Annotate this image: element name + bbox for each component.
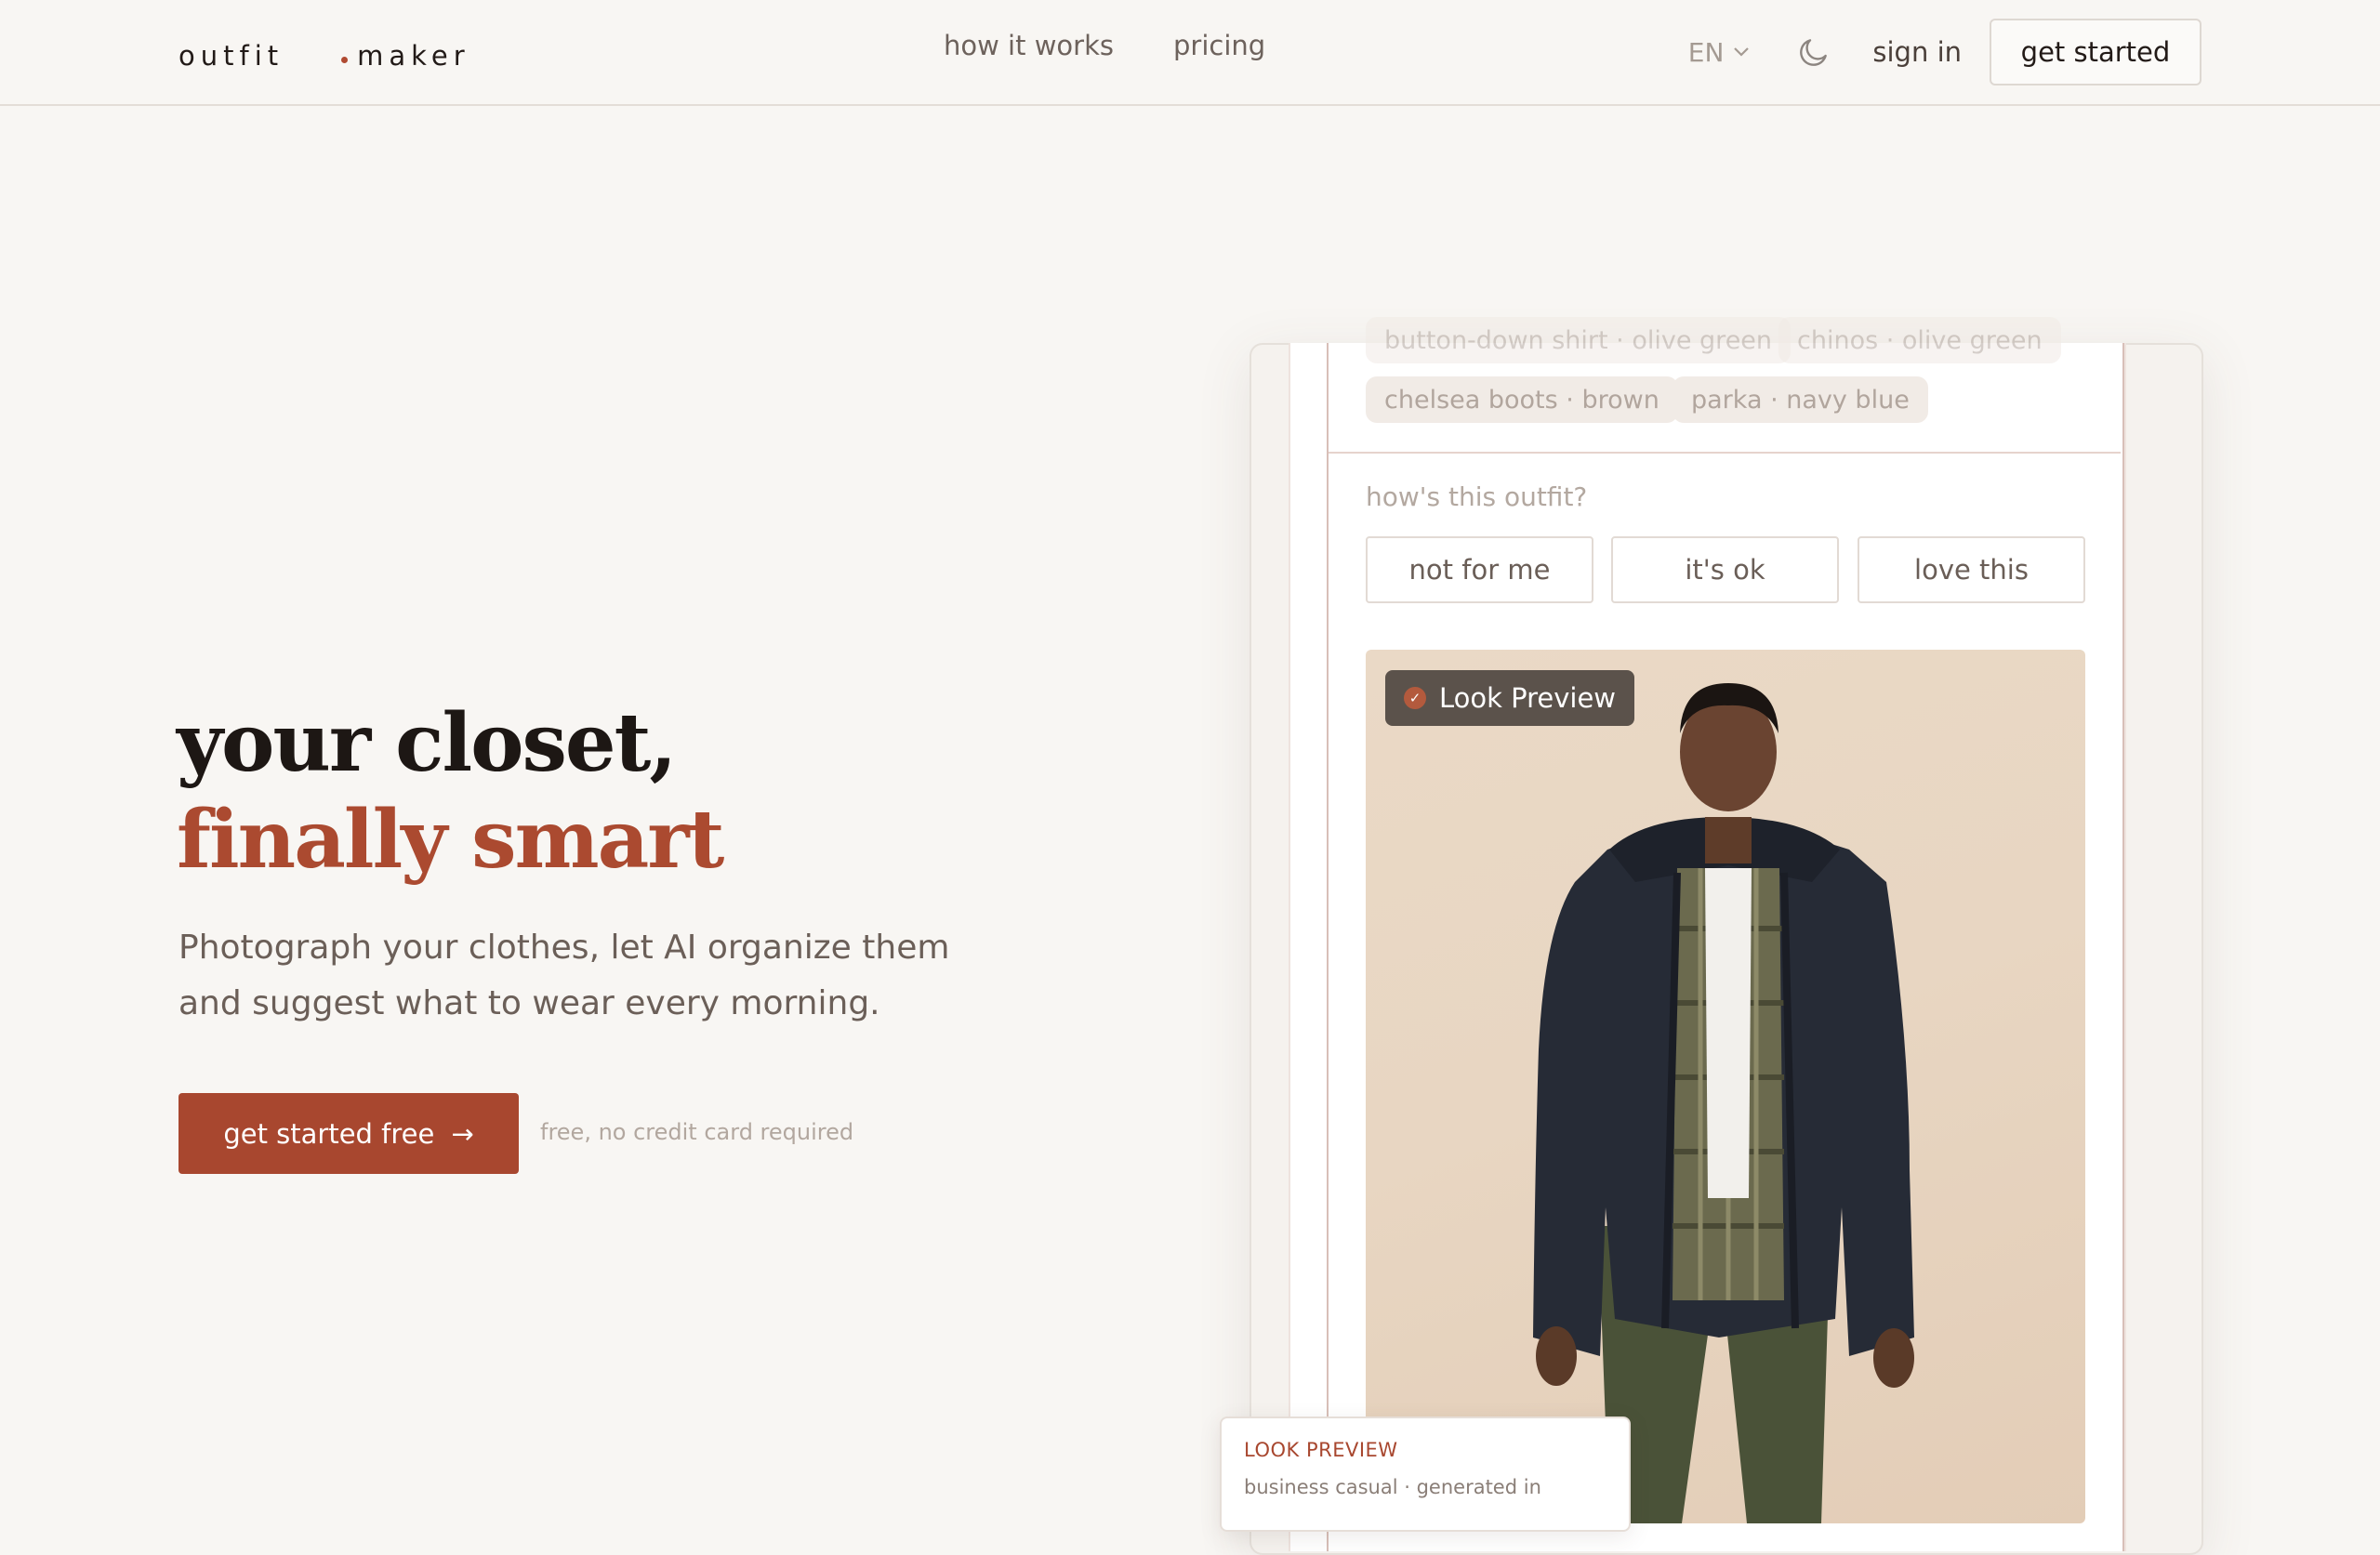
moon-icon[interactable] (1796, 34, 1831, 70)
chevron-down-icon (1734, 47, 1750, 57)
panel-divider (1329, 452, 2121, 454)
rating-its-ok-button[interactable]: it's ok (1611, 536, 1839, 603)
logo-word-outfit: outfit (178, 40, 284, 72)
logo[interactable]: outfit maker (178, 35, 470, 76)
language-label: EN (1687, 36, 1725, 68)
look-preview-card: LOOK PREVIEW business casual · generated… (1220, 1417, 1631, 1532)
language-selector[interactable]: EN (1688, 37, 1751, 68)
nav-links: how it works pricing (944, 30, 1265, 61)
item-chip: button-down shirt · olive green (1366, 317, 1792, 363)
item-chip: chinos · olive green (1778, 317, 2061, 363)
cta-note: free, no credit card required (540, 1119, 854, 1145)
check-icon: ✓ (1404, 687, 1426, 709)
hero-title: your closet, finally smart (177, 695, 724, 889)
arrow-right-icon: → (451, 1117, 474, 1150)
look-preview-image (1366, 650, 2085, 1523)
look-preview-card-title: LOOK PREVIEW (1244, 1439, 1398, 1461)
nav-link-how-it-works[interactable]: how it works (944, 30, 1114, 61)
rating-not-for-me-button[interactable]: not for me (1366, 536, 1593, 603)
look-preview-badge-label: Look Preview (1439, 682, 1617, 714)
hero-title-line2: finally smart (177, 793, 724, 887)
item-chip-chelsea-boots: chelsea boots · brown (1366, 376, 1678, 423)
logo-dot (341, 56, 349, 63)
get-started-button[interactable]: get started (1990, 19, 2202, 86)
rating-love-this-button[interactable]: love this (1858, 536, 2085, 603)
get-started-free-label: get started free (223, 1117, 435, 1150)
item-chip-parka: parka · navy blue (1673, 376, 1928, 423)
hero-title-line1: your closet, (177, 696, 677, 790)
hero-subtitle: Photograph your clothes, let AI organize… (178, 929, 950, 1022)
get-started-free-button[interactable]: get started free → (178, 1093, 519, 1174)
logo-word-maker: maker (357, 40, 470, 72)
look-preview-badge: ✓ Look Preview (1385, 670, 1635, 726)
look-preview-card-text: business casual · generated in (1244, 1476, 1541, 1498)
nav-actions: EN sign in get started (1688, 17, 2202, 87)
sign-in-link[interactable]: sign in (1872, 36, 1962, 68)
top-nav: outfit maker how it works pricing EN sig… (0, 0, 2380, 106)
model-figure (1533, 683, 1914, 1523)
nav-link-pricing[interactable]: pricing (1173, 30, 1265, 61)
rating-question: how's this outfit? (1366, 481, 1588, 512)
